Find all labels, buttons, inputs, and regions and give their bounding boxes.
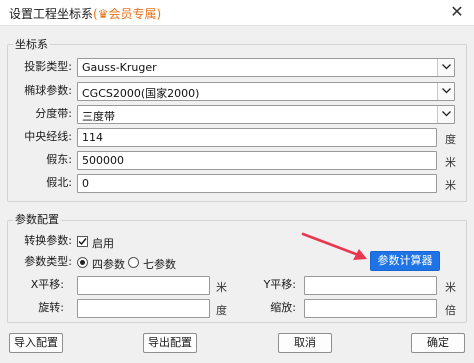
scale-label: 缩放: [270,301,296,314]
central-meridian-value: 114 [82,131,103,144]
window-title-text: 设置工程坐标系 [9,7,94,21]
zone-select[interactable]: 三度带 [77,105,455,124]
y-shift-label: Y平移: [263,278,296,291]
false-north-unit: 米 [445,179,456,192]
x-shift-unit: 米 [216,281,227,294]
zone-label: 分度带: [35,107,72,120]
projection-select[interactable]: Gauss-Kruger [77,58,455,77]
ellipsoid-select[interactable]: CGCS2000(国家2000) [77,82,455,101]
ellipsoid-dropdown-button[interactable] [437,83,454,100]
scale-input[interactable] [304,299,437,318]
cancel-button[interactable]: 取消 [278,333,332,353]
param-calculator-button[interactable]: 参数计算器 [370,251,440,271]
chevron-down-icon [442,88,451,94]
checkmark-icon [78,238,87,246]
title-bar: 设置工程坐标系(♛会员专属) ✕ [0,0,474,26]
rotation-unit: 度 [216,304,227,317]
seven-param-label: 七参数 [143,258,176,271]
false-east-input[interactable]: 500000 [77,151,437,170]
param-type-label: 参数类型: [24,255,72,268]
window-title: 设置工程坐标系(♛会员专属) [9,5,161,22]
param-config-group-title: 参数配置 [13,211,61,227]
scale-unit: 倍 [445,304,456,317]
y-shift-unit: 米 [445,281,456,294]
zone-dropdown-button[interactable] [437,106,454,123]
x-shift-label: X平移: [30,278,64,291]
false-east-value: 500000 [82,154,124,167]
false-north-label: 假北: [46,176,72,189]
seven-param-radio[interactable] [128,257,139,268]
false-east-label: 假东: [46,153,72,166]
projection-dropdown-button[interactable] [437,59,454,76]
import-config-button[interactable]: 导入配置 [9,333,63,353]
central-meridian-label: 中央经线: [24,130,72,143]
vip-badge: (♛会员专属) [93,7,162,21]
enable-checkbox[interactable] [77,236,88,247]
x-shift-input[interactable] [77,276,210,295]
annotation-arrow-icon [301,232,367,260]
four-param-radio[interactable] [77,257,88,268]
central-meridian-unit: 度 [445,133,456,146]
coord-system-group-title: 坐标系 [13,36,50,52]
central-meridian-input[interactable]: 114 [77,128,437,147]
false-east-unit: 米 [445,156,456,169]
projection-label: 投影类型: [24,60,72,73]
y-shift-input[interactable] [304,276,437,295]
ellipsoid-value: CGCS2000(国家2000) [82,87,200,100]
close-button[interactable]: ✕ [448,3,466,21]
zone-value: 三度带 [82,110,115,123]
ok-button[interactable]: 确定 [411,333,465,353]
projection-value: Gauss-Kruger [82,61,157,74]
rotation-label: 旋转: [38,301,64,314]
ellipsoid-label: 椭球参数: [24,84,72,97]
rotation-input[interactable] [77,299,210,318]
export-config-button[interactable]: 导出配置 [143,333,197,353]
chevron-down-icon [442,64,451,70]
false-north-input[interactable]: 0 [77,174,437,193]
convert-params-label: 转换参数: [24,234,72,247]
false-north-value: 0 [82,177,89,190]
chevron-down-icon [442,111,451,117]
enable-checkbox-label: 启用 [92,237,114,250]
four-param-label: 四参数 [92,258,125,271]
